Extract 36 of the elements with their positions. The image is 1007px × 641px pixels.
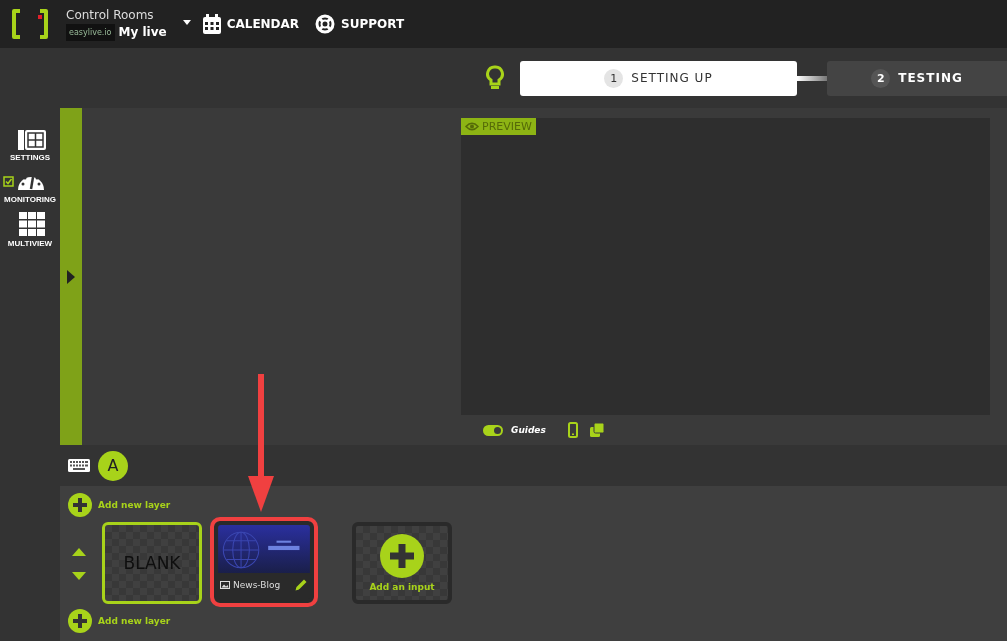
lifebuoy-icon bbox=[315, 14, 336, 34]
step-tab[interactable]: 1 SETTING UP bbox=[520, 60, 797, 96]
guides-label: Guides bbox=[511, 425, 546, 435]
monitoring-menu-item[interactable]: MONITORING bbox=[4, 170, 56, 204]
plus-icon bbox=[380, 534, 424, 578]
plus-icon bbox=[68, 609, 92, 633]
add-input-button[interactable]: Add an input bbox=[352, 522, 452, 604]
phone-icon[interactable] bbox=[567, 422, 578, 438]
lightbulb-icon[interactable] bbox=[486, 65, 504, 91]
preview-badge: PREVIEW bbox=[461, 118, 536, 135]
newspaper-icon bbox=[18, 130, 46, 150]
pencil-icon[interactable] bbox=[294, 578, 308, 592]
add-layer-button[interactable]: Add new layer bbox=[68, 609, 1007, 633]
scene-button[interactable]: A bbox=[98, 450, 128, 481]
grid-icon bbox=[19, 212, 45, 236]
account-name[interactable]: My live bbox=[118, 25, 167, 39]
layers-icon[interactable] bbox=[589, 423, 604, 437]
multiview-menu-item[interactable]: MULTIVIEW bbox=[7, 212, 53, 248]
step-tab[interactable]: 2 TESTING bbox=[827, 60, 1007, 96]
settings-menu-item[interactable]: SETTINGS bbox=[10, 130, 50, 162]
plus-icon bbox=[68, 493, 92, 517]
image-icon bbox=[220, 581, 230, 589]
account-logo: easylive.io bbox=[66, 23, 115, 41]
logo-icon bbox=[12, 9, 48, 39]
step-connector bbox=[797, 75, 827, 81]
support-link[interactable]: SUPPORT bbox=[315, 14, 405, 34]
input-name: News-Blog bbox=[233, 580, 282, 590]
caret-icon[interactable] bbox=[182, 20, 191, 25]
calendar-link[interactable]: CALENDAR bbox=[202, 14, 300, 34]
move-up-icon[interactable] bbox=[72, 548, 86, 556]
calendar-icon bbox=[202, 14, 221, 34]
keyboard-icon[interactable] bbox=[68, 459, 90, 472]
expand-arrow-icon[interactable] bbox=[67, 269, 75, 284]
guides-toggle[interactable] bbox=[483, 424, 503, 436]
app-title: Control Rooms bbox=[66, 7, 155, 22]
move-down-icon[interactable] bbox=[72, 572, 86, 580]
